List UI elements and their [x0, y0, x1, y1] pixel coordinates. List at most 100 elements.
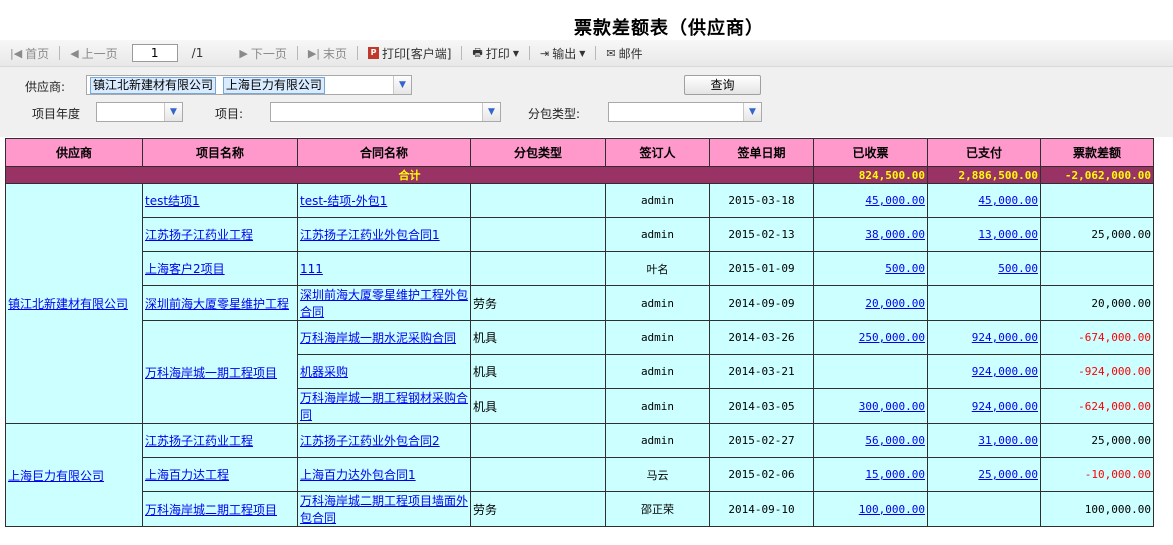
- print-button[interactable]: 🖶 打印 ▼: [472, 44, 519, 63]
- prev-page-button[interactable]: ◀ 上一页: [70, 45, 117, 62]
- project-link[interactable]: 江苏扬子江药业工程: [145, 228, 253, 242]
- received-cell-link[interactable]: 56,000.00: [865, 434, 925, 447]
- received-cell-link[interactable]: 100,000.00: [859, 503, 925, 516]
- signer-cell: 叶名: [605, 251, 710, 286]
- project-cell: 万科海岸城一期工程项目: [142, 320, 298, 424]
- query-button[interactable]: 查询: [684, 75, 761, 95]
- chevron-down-icon[interactable]: ▼: [393, 76, 411, 94]
- export-button[interactable]: ⇥ 输出 ▼: [540, 45, 585, 62]
- project-link[interactable]: 上海客户2项目: [145, 262, 225, 276]
- column-header: 已支付: [927, 138, 1041, 167]
- paid-cell-link[interactable]: 924,000.00: [972, 400, 1038, 413]
- page-number-input[interactable]: [131, 44, 178, 62]
- supplier-label: 供应商:: [25, 80, 66, 94]
- chevron-down-icon[interactable]: ▼: [482, 103, 500, 121]
- mail-button[interactable]: ✉ 邮件: [606, 45, 642, 62]
- paid-cell-link[interactable]: 25,000.00: [978, 468, 1038, 481]
- paid-cell: 45,000.00: [927, 183, 1041, 218]
- paid-cell-link[interactable]: 13,000.00: [978, 228, 1038, 241]
- project-label: 项目:: [215, 107, 244, 121]
- supplier-link[interactable]: 镇江北新建材有限公司: [8, 297, 128, 311]
- column-header: 已收票: [813, 138, 928, 167]
- supplier-link[interactable]: 上海巨力有限公司: [8, 469, 104, 483]
- received-cell-link[interactable]: 38,000.00: [865, 228, 925, 241]
- paid-cell: 924,000.00: [927, 320, 1041, 355]
- project-link[interactable]: 江苏扬子江药业工程: [145, 434, 253, 448]
- received-cell-link[interactable]: 250,000.00: [859, 331, 925, 344]
- paid-cell: [927, 285, 1041, 321]
- next-page-button[interactable]: ▶ 下一页: [239, 45, 286, 62]
- toolbar-divider: [296, 46, 298, 60]
- paid-cell-link[interactable]: 924,000.00: [972, 365, 1038, 378]
- filter-panel: 供应商: 镇江北新建材有限公司 上海巨力有限公司 ▼ 查询 项目年度 ▼ 项目:…: [0, 67, 1173, 137]
- contract-link[interactable]: 机器采购: [300, 365, 348, 379]
- toolbar-divider: [59, 46, 61, 60]
- project-link[interactable]: 万科海岸城二期工程项目: [145, 503, 277, 517]
- received-cell-link[interactable]: 15,000.00: [865, 468, 925, 481]
- subcontract-label: 分包类型:: [528, 107, 581, 121]
- received-cell: 100,000.00: [813, 491, 928, 527]
- first-page-button[interactable]: |◀ 首页: [10, 45, 49, 62]
- project-link[interactable]: 万科海岸城一期工程项目: [145, 366, 277, 380]
- column-header: 分包类型: [470, 138, 606, 167]
- contract-link[interactable]: 上海百力达外包合同1: [300, 468, 416, 482]
- year-label: 项目年度: [32, 107, 81, 121]
- pdf-icon: P: [368, 47, 380, 59]
- supplier-select[interactable]: 镇江北新建材有限公司 上海巨力有限公司 ▼: [86, 75, 412, 95]
- column-header: 签订人: [605, 138, 710, 167]
- paid-cell-link[interactable]: 924,000.00: [972, 331, 1038, 344]
- project-link[interactable]: test结项1: [145, 194, 200, 208]
- contract-link[interactable]: 深圳前海大厦零星维护工程外包合同: [300, 288, 468, 319]
- signer-cell: admin: [605, 183, 710, 218]
- subcontract-select[interactable]: ▼: [608, 102, 762, 122]
- project-select[interactable]: ▼: [270, 102, 501, 122]
- contract-link[interactable]: 江苏扬子江药业外包合同2: [300, 434, 440, 448]
- contract-link[interactable]: 万科海岸城一期水泥采购合同: [300, 331, 456, 345]
- supplier-tag[interactable]: 上海巨力有限公司: [222, 77, 325, 94]
- contract-link[interactable]: 111: [300, 262, 323, 276]
- mail-label: 邮件: [618, 46, 643, 61]
- received-cell-link[interactable]: 20,000.00: [865, 297, 925, 310]
- contract-cell: 万科海岸城一期工程钢材采购合同: [297, 388, 471, 424]
- received-cell: [813, 354, 928, 389]
- contract-link[interactable]: 万科海岸城二期工程项目墙面外包合同: [300, 494, 468, 525]
- subcontract-type-cell: 机具: [470, 388, 606, 424]
- toolbar-divider: [595, 46, 597, 60]
- page-total: /1: [191, 46, 204, 60]
- sign-date-cell: 2015-02-06: [709, 457, 814, 492]
- sign-date-cell: 2014-03-05: [709, 388, 814, 424]
- received-cell-link[interactable]: 500.00: [885, 262, 925, 275]
- print-label: 打印: [485, 46, 510, 61]
- project-link[interactable]: 上海百力达工程: [145, 468, 229, 482]
- received-cell: 20,000.00: [813, 285, 928, 321]
- paid-cell-link[interactable]: 31,000.00: [978, 434, 1038, 447]
- last-page-button[interactable]: ▶| 末页: [308, 45, 347, 62]
- year-select[interactable]: ▼: [96, 102, 183, 122]
- print-client-button[interactable]: P 打印[客户端]: [368, 45, 451, 62]
- subcontract-type-cell: [470, 423, 606, 458]
- next-page-label: 下一页: [250, 46, 287, 61]
- received-cell: 300,000.00: [813, 388, 928, 424]
- export-icon: ⇥: [539, 46, 550, 60]
- paid-cell-link[interactable]: 45,000.00: [978, 194, 1038, 207]
- received-cell: 500.00: [813, 251, 928, 286]
- contract-link[interactable]: 江苏扬子江药业外包合同1: [300, 228, 440, 242]
- signer-cell: admin: [605, 388, 710, 424]
- mail-icon: ✉: [606, 46, 616, 60]
- signer-cell: admin: [605, 217, 710, 252]
- project-cell: 上海百力达工程: [142, 457, 298, 492]
- received-cell-link[interactable]: 45,000.00: [865, 194, 925, 207]
- contract-link[interactable]: test-结项-外包1: [300, 194, 387, 208]
- table-row: 万科海岸城二期工程项目 万科海岸城二期工程项目墙面外包合同 劳务 邵正荣 2014-09…: [6, 491, 1154, 527]
- diff-cell: -674,000.00: [1040, 320, 1154, 355]
- paid-cell-link[interactable]: 500.00: [998, 262, 1038, 275]
- project-link[interactable]: 深圳前海大厦零星维护工程: [145, 297, 289, 311]
- chevron-down-icon[interactable]: ▼: [164, 103, 182, 121]
- total-received: 824,500.00: [813, 166, 928, 184]
- project-cell: 上海客户2项目: [142, 251, 298, 286]
- supplier-tag[interactable]: 镇江北新建材有限公司: [90, 77, 217, 94]
- chevron-down-icon[interactable]: ▼: [743, 103, 761, 121]
- received-cell-link[interactable]: 300,000.00: [859, 400, 925, 413]
- subcontract-type-cell: 机具: [470, 320, 606, 355]
- contract-link[interactable]: 万科海岸城一期工程钢材采购合同: [300, 391, 468, 422]
